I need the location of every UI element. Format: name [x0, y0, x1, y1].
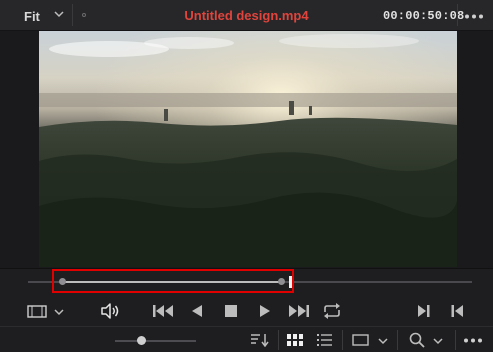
video-frame[interactable] [39, 31, 457, 267]
more-icon[interactable] [463, 338, 483, 343]
next-frame-icon[interactable] [417, 304, 431, 318]
divider [342, 330, 343, 350]
volume-icon[interactable] [100, 303, 120, 319]
stop-icon[interactable] [225, 305, 237, 317]
divider [278, 330, 279, 350]
play-icon[interactable] [259, 304, 271, 318]
sort-icon[interactable] [250, 333, 270, 347]
loop-icon[interactable] [321, 302, 343, 320]
viewer-header: Fit Untitled design.mp4 00:00:50:08 [0, 0, 493, 31]
divider [397, 330, 398, 350]
media-viewer: Fit Untitled design.mp4 00:00:50:08 [0, 0, 493, 352]
previous-frame-icon[interactable] [450, 304, 464, 318]
timecode-display[interactable]: 00:00:50:08 [383, 9, 464, 23]
list-view-icon[interactable] [317, 333, 333, 347]
chevron-down-icon[interactable] [54, 308, 64, 316]
search-icon[interactable] [409, 332, 425, 348]
transport-controls [0, 296, 493, 326]
divider [455, 330, 456, 350]
more-icon[interactable] [464, 14, 484, 19]
chevron-down-icon[interactable] [433, 337, 443, 345]
chevron-down-icon[interactable] [378, 337, 388, 345]
clip-view-icon[interactable] [27, 305, 47, 318]
zoom-slider-knob[interactable] [137, 336, 146, 345]
highlight-box [52, 269, 294, 293]
play-reverse-icon[interactable] [191, 304, 203, 318]
monitor-icon[interactable] [352, 334, 369, 346]
divider [457, 4, 458, 26]
grid-view-icon[interactable] [287, 334, 303, 346]
zoom-slider-track[interactable] [115, 340, 196, 342]
skip-to-end-icon[interactable] [288, 304, 310, 318]
skip-to-start-icon[interactable] [152, 304, 174, 318]
